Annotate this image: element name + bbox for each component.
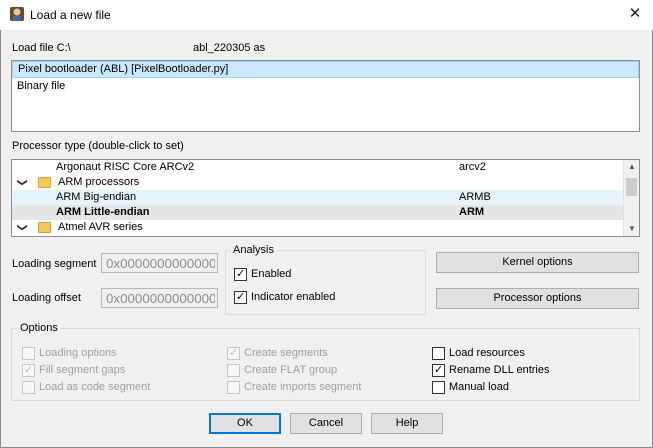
app-icon	[9, 6, 25, 22]
chevron-down-icon[interactable]: ❯	[15, 223, 30, 231]
ok-button[interactable]: OK	[209, 413, 281, 434]
scroll-up-icon[interactable]: ▲	[624, 160, 639, 174]
loading-offset-input[interactable]	[101, 288, 218, 308]
processor-folder-row[interactable]: ❯ ARM processors	[12, 175, 624, 190]
processor-row[interactable]: ARM Big-endian ARMB	[12, 190, 624, 205]
processor-code: ARM	[459, 206, 485, 218]
checkbox-box[interactable]: ✓	[234, 268, 247, 281]
close-button[interactable]: ✕	[621, 2, 649, 26]
fill-segment-gaps-checkbox[interactable]: ✓ Fill segment gaps	[22, 364, 125, 379]
check-icon: ✓	[24, 364, 34, 376]
processor-folder-name: Atmel AVR series	[58, 221, 143, 233]
kernel-options-button[interactable]: Kernel options	[436, 252, 639, 273]
load-file-label: Load file C:\	[12, 42, 71, 54]
create-imports-segment-checkbox[interactable]: Create imports segment	[227, 381, 361, 396]
checkbox-box[interactable]: ✓	[227, 347, 240, 360]
create-imports-segment-label: Create imports segment	[244, 381, 362, 393]
create-segments-checkbox[interactable]: ✓ Create segments	[227, 347, 328, 362]
processor-type-label: Processor type (double-click to set)	[12, 140, 184, 152]
processor-list[interactable]: Argonaut RISC Core ARCv2 arcv2 ❯ ARM pro…	[11, 159, 640, 237]
load-resources-checkbox[interactable]: Load resources	[432, 347, 525, 362]
loading-options-checkbox[interactable]: Loading options	[22, 347, 117, 362]
checkbox-box[interactable]	[432, 347, 445, 360]
check-icon: ✓	[236, 268, 246, 280]
chevron-down-icon[interactable]: ❯	[15, 178, 30, 186]
loader-item-pixel[interactable]: Pixel bootloader (ABL) [PixelBootloader.…	[12, 61, 639, 78]
load-file-name: abl_220305 as	[193, 42, 266, 54]
options-title: Options	[17, 322, 61, 334]
checkbox-box[interactable]	[227, 364, 240, 377]
checkbox-box[interactable]: ✓	[432, 364, 445, 377]
rename-dll-entries-label: Rename DLL entries	[449, 364, 550, 376]
scroll-thumb[interactable]	[626, 178, 637, 196]
processor-folder-row[interactable]: ❯ Atmel AVR series	[12, 220, 624, 235]
loading-offset-label: Loading offset	[12, 292, 81, 304]
cancel-button[interactable]: Cancel	[290, 413, 362, 434]
manual-load-checkbox[interactable]: Manual load	[432, 381, 509, 396]
window-title: Load a new file	[30, 8, 111, 22]
check-icon: ✓	[236, 291, 246, 303]
enabled-label: Enabled	[251, 268, 292, 280]
loading-segment-input[interactable]	[101, 253, 218, 273]
scroll-down-icon[interactable]: ▼	[624, 222, 639, 236]
loading-segment-label: Loading segment	[12, 258, 97, 270]
analysis-title: Analysis	[230, 244, 277, 256]
processor-row[interactable]: Argonaut RISC Core ARCv2 arcv2	[12, 160, 624, 175]
check-icon: ✓	[229, 347, 239, 359]
create-segments-label: Create segments	[244, 347, 328, 359]
create-flat-group-label: Create FLAT group	[244, 364, 338, 376]
load-as-code-segment-checkbox[interactable]: Load as code segment	[22, 381, 150, 396]
processor-options-button[interactable]: Processor options	[436, 288, 639, 309]
processor-name: Argonaut RISC Core ARCv2	[56, 161, 195, 173]
load-as-code-segment-label: Load as code segment	[39, 381, 151, 393]
indicator-enabled-label: Indicator enabled	[251, 291, 336, 303]
rename-dll-entries-checkbox[interactable]: ✓ Rename DLL entries	[432, 364, 549, 379]
processor-row-selected[interactable]: ARM Little-endian ARM	[12, 205, 624, 220]
processor-code: ARMB	[459, 191, 491, 203]
fill-segment-gaps-label: Fill segment gaps	[39, 364, 126, 376]
indicator-enabled-checkbox[interactable]: ✓ Indicator enabled	[234, 291, 335, 306]
loading-options-label: Loading options	[39, 347, 117, 359]
processor-name: ARM Little-endian	[56, 206, 150, 218]
enabled-checkbox[interactable]: ✓ Enabled	[234, 268, 291, 283]
checkbox-box[interactable]	[432, 381, 445, 394]
loader-list[interactable]: Pixel bootloader (ABL) [PixelBootloader.…	[11, 60, 640, 132]
processor-scrollbar[interactable]: ▲ ▼	[623, 160, 639, 236]
loader-item-binary[interactable]: Binary file	[12, 78, 639, 95]
checkbox-box[interactable]: ✓	[22, 364, 35, 377]
manual-load-label: Manual load	[449, 381, 509, 393]
processor-name: ARM Big-endian	[56, 191, 137, 203]
help-button[interactable]: Help	[371, 413, 443, 434]
processor-folder-name: ARM processors	[58, 176, 140, 188]
processor-code: arcv2	[459, 161, 486, 173]
folder-icon	[38, 177, 51, 188]
checkbox-box[interactable]	[22, 381, 35, 394]
check-icon: ✓	[434, 364, 444, 376]
checkbox-box[interactable]	[227, 381, 240, 394]
create-flat-group-checkbox[interactable]: Create FLAT group	[227, 364, 337, 379]
folder-icon	[38, 222, 51, 233]
checkbox-box[interactable]	[22, 347, 35, 360]
checkbox-box[interactable]: ✓	[234, 291, 247, 304]
load-resources-label: Load resources	[449, 347, 525, 359]
